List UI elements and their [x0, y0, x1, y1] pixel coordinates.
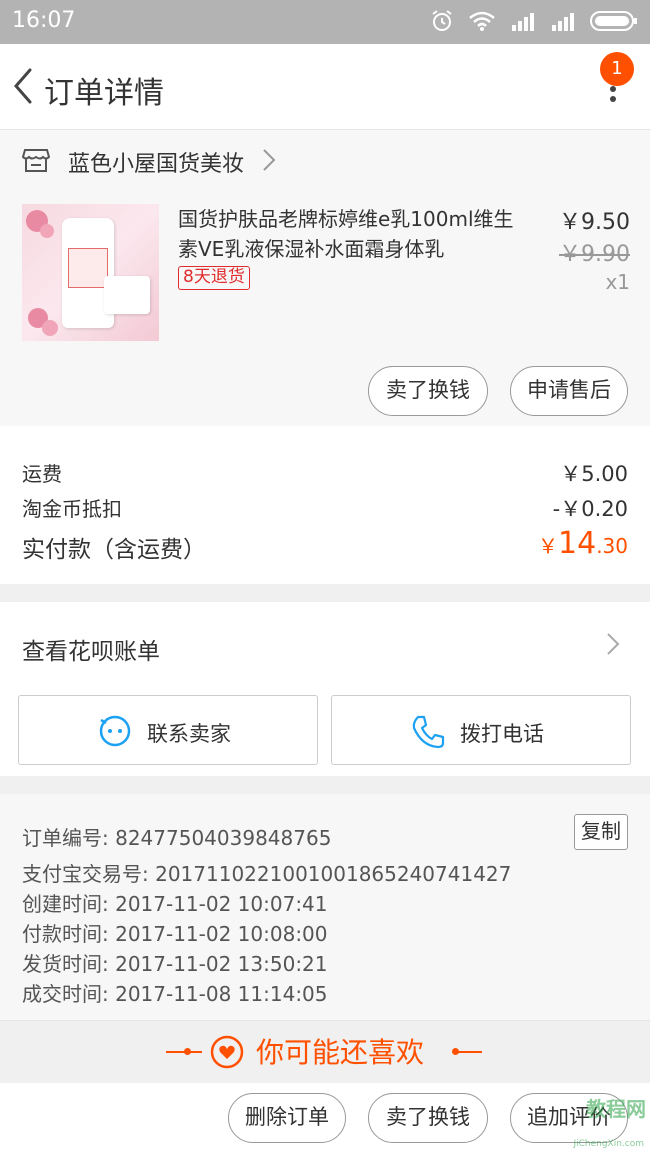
alipay-transaction-number: 支付宝交易号: 2017110221001001865240741427	[22, 862, 512, 886]
cost-summary: 运费 ￥5.00 淘金币抵扣 -￥0.20 实付款（含运费） ￥14.30	[0, 426, 650, 584]
sell-for-cash-button[interactable]: 卖了换钱	[368, 366, 488, 416]
order-info: 订单编号: 82477504039848765 复制 支付宝交易号: 20171…	[0, 794, 650, 1020]
copy-button[interactable]: 复制	[574, 814, 628, 850]
watermark-url: JiChengXin.com	[573, 1139, 644, 1149]
paid-time: 付款时间: 2017-11-02 10:08:00	[22, 922, 328, 946]
back-arrow-icon[interactable]	[8, 66, 38, 106]
created-time: 创建时间: 2017-11-02 10:07:41	[22, 892, 328, 916]
contact-actions: 联系卖家 拨打电话	[0, 688, 650, 776]
notification-badge: 1	[600, 52, 634, 86]
order-number: 订单编号: 82477504039848765	[22, 826, 332, 850]
product-original-price: ￥9.90	[559, 242, 630, 267]
status-bar: 16:07	[0, 0, 650, 44]
return-policy-tag: 8天退货	[178, 266, 250, 290]
product-quantity: x1	[605, 270, 630, 294]
chevron-right-icon	[607, 633, 620, 655]
chevron-right-icon	[263, 149, 276, 171]
chat-bubble-icon	[99, 715, 131, 747]
order-item: 国货护肤品老牌标婷维e乳100ml维生素VE乳液保湿补水面霜身体乳 8天退货 ￥…	[0, 192, 650, 426]
product-image[interactable]	[22, 204, 159, 341]
call-phone-label: 拨打电话	[460, 722, 544, 746]
contact-seller-button[interactable]: 联系卖家	[18, 695, 318, 765]
call-phone-button[interactable]: 拨打电话	[331, 695, 631, 765]
navbar: 订单详情 1	[0, 44, 650, 130]
signal-2-icon	[552, 13, 574, 31]
huabei-bill-row[interactable]: 查看花呗账单	[0, 602, 650, 688]
recommend-header: 你可能还喜欢	[0, 1020, 650, 1082]
huabei-bill-label: 查看花呗账单	[22, 639, 160, 665]
recommend-title: 你可能还喜欢	[256, 1036, 425, 1069]
shop-icon	[22, 149, 50, 172]
product-price: ￥9.50	[559, 210, 630, 235]
alarm-icon	[432, 10, 452, 31]
bottom-action-bar: 删除订单 卖了换钱 追加评价 教程网 JiChengXin.com	[0, 1083, 650, 1155]
watermark: 教程网	[586, 1097, 646, 1121]
product-title[interactable]: 国货护肤品老牌标婷维e乳100ml维生素VE乳液保湿补水面霜身体乳	[178, 204, 518, 264]
status-icons	[430, 9, 638, 33]
completed-time: 成交时间: 2017-11-08 11:14:05	[22, 982, 328, 1006]
status-time: 16:07	[12, 8, 76, 33]
wifi-icon	[469, 11, 495, 31]
sell-for-cash-bottom-button[interactable]: 卖了换钱	[368, 1093, 488, 1143]
shop-name: 蓝色小屋国货美妆	[68, 152, 245, 177]
after-sales-button[interactable]: 申请售后	[510, 366, 628, 416]
signal-icon	[512, 13, 534, 31]
shipping-label: 运费	[22, 462, 62, 486]
coin-deduction-label: 淘金币抵扣	[22, 497, 122, 521]
contact-seller-label: 联系卖家	[147, 722, 231, 746]
total-label: 实付款（含运费）	[22, 537, 206, 563]
total-value: ￥14.30	[538, 526, 628, 561]
shipped-time: 发货时间: 2017-11-02 13:50:21	[22, 952, 328, 976]
divider-dot	[184, 1048, 191, 1055]
shop-row[interactable]: 蓝色小屋国货美妆	[0, 130, 650, 192]
divider	[454, 1051, 482, 1053]
battery-icon	[590, 11, 637, 31]
phone-icon	[412, 715, 445, 749]
coin-deduction-value: -￥0.20	[552, 497, 628, 521]
shipping-value: ￥5.00	[560, 462, 628, 486]
delete-order-button[interactable]: 删除订单	[228, 1093, 346, 1143]
heart-icon	[210, 1035, 244, 1069]
page-title: 订单详情	[44, 76, 164, 111]
